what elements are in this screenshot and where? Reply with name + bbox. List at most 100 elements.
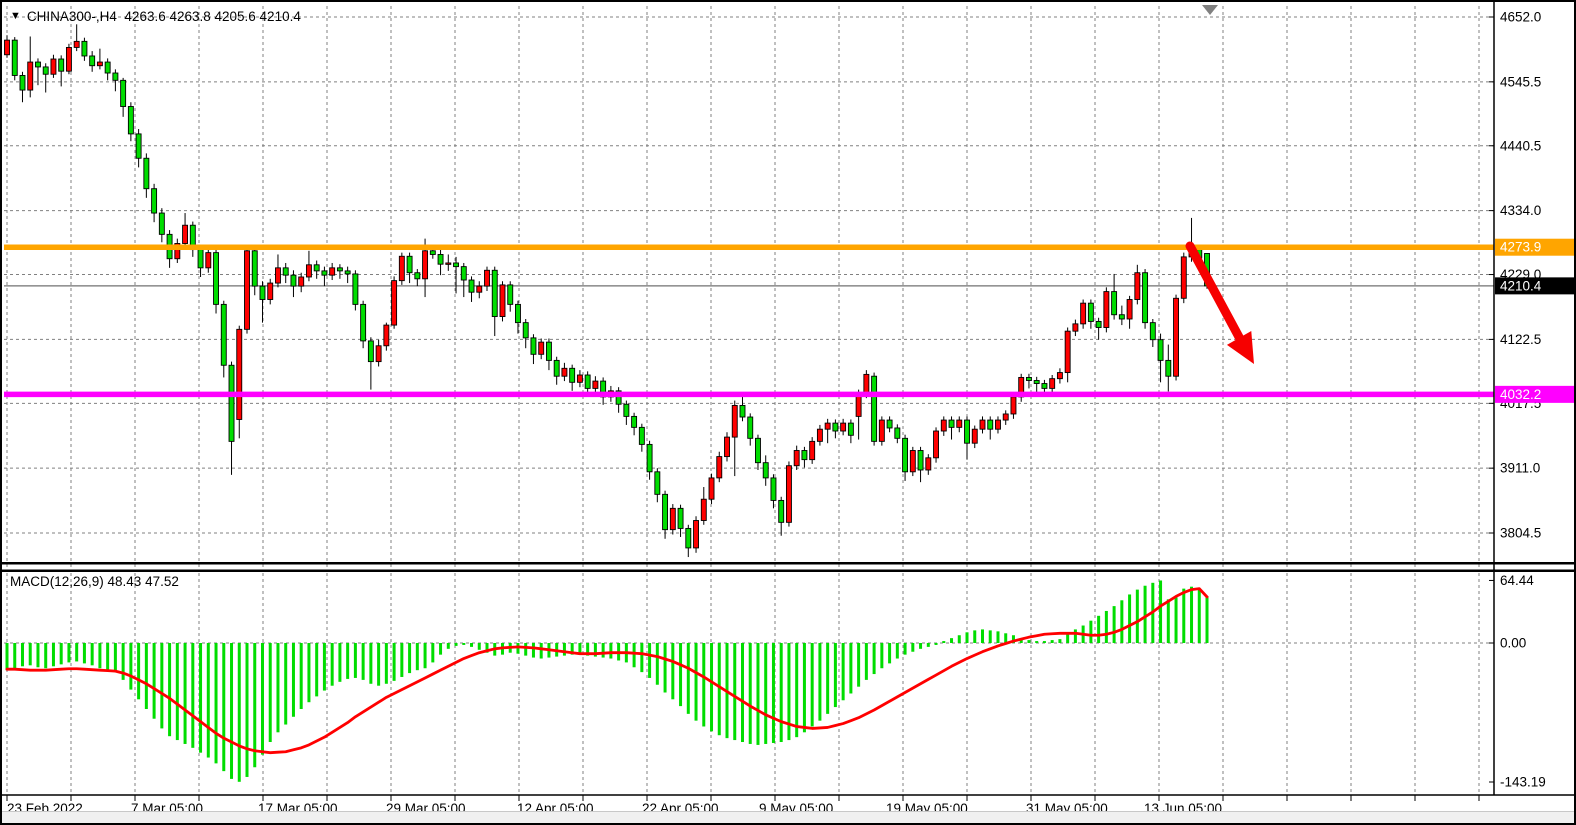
- arrow-shaft: [1190, 246, 1246, 350]
- macd-histogram-bar: [323, 643, 326, 691]
- candle-up: [206, 253, 211, 268]
- chart-shift-marker-icon[interactable]: [1202, 5, 1218, 15]
- candle-down: [1026, 377, 1031, 380]
- macd-histogram-bar: [1120, 600, 1123, 643]
- macd-histogram-bar: [1136, 590, 1139, 643]
- macd-histogram-bar: [106, 643, 109, 670]
- candle-down: [1150, 323, 1155, 340]
- candle-down: [686, 528, 691, 547]
- macd-histogram-bar: [958, 635, 961, 643]
- candle-down: [624, 404, 629, 416]
- candle-up: [1065, 331, 1070, 372]
- macd-histogram-bar: [803, 643, 806, 732]
- macd-histogram-bar: [904, 643, 907, 655]
- macd-histogram-bar: [408, 643, 411, 673]
- chart-canvas[interactable]: 4652.04545.54440.54334.04229.04122.54017…: [2, 2, 1576, 825]
- macd-histogram-bar: [300, 643, 303, 709]
- candle-up: [1174, 298, 1179, 376]
- candle-down: [632, 416, 637, 427]
- candle-up: [910, 451, 915, 472]
- macd-histogram-bar: [246, 643, 249, 777]
- symbol-dropdown-icon[interactable]: ▼: [10, 11, 21, 22]
- candle-down: [438, 254, 443, 264]
- candle-down: [771, 478, 776, 501]
- axis-tick-label: 3804.5: [1500, 526, 1541, 541]
- macd-histogram-bar: [284, 643, 287, 725]
- candle-down: [90, 56, 95, 66]
- candlesticks: [5, 24, 1210, 557]
- candle-down: [368, 341, 373, 362]
- candle-down: [144, 158, 149, 188]
- candle-down: [523, 323, 528, 338]
- candle-up: [330, 268, 335, 275]
- macd-histogram-bar: [36, 643, 39, 667]
- candle-down: [291, 275, 296, 286]
- candle-up: [957, 420, 962, 427]
- candle-down: [314, 265, 319, 271]
- candle-up: [1135, 273, 1140, 300]
- macd-histogram-bar: [710, 643, 713, 731]
- macd-histogram-bar: [888, 643, 891, 663]
- macd-histogram-bar: [1159, 580, 1162, 643]
- macd-histogram-bar: [346, 643, 349, 679]
- macd-histogram-bar: [60, 643, 63, 664]
- candle-down: [159, 213, 164, 234]
- macd-histogram-bar: [478, 643, 481, 650]
- macd-histogram-bar: [129, 643, 132, 690]
- candle-down: [1088, 303, 1093, 321]
- candle-up: [794, 451, 799, 466]
- axis-tick-label: 0.00: [1500, 636, 1526, 651]
- macd-histogram-bar: [91, 643, 94, 665]
- axis-tick-label: 64.44: [1500, 573, 1534, 588]
- macd-histogram-bar: [83, 643, 86, 663]
- macd-histogram-bar: [602, 643, 605, 658]
- candle-down: [492, 270, 497, 316]
- candle-up: [1011, 397, 1016, 414]
- candle-down: [1112, 292, 1117, 315]
- macd-histogram-bar: [307, 643, 310, 702]
- candle-down: [152, 189, 157, 213]
- axis-tick-label: 4210.4: [1500, 278, 1542, 293]
- macd-histogram-bar: [199, 643, 202, 753]
- horizontal-level-lines[interactable]: [4, 247, 1494, 394]
- macd-histogram-bar: [416, 643, 419, 670]
- macd-histogram-bar: [29, 643, 32, 665]
- sell-arrow-annotation[interactable]: [1190, 246, 1254, 364]
- macd-histogram-bar: [996, 631, 999, 643]
- price-axis[interactable]: 4652.04545.54440.54334.04229.04122.54017…: [1489, 10, 1576, 790]
- candle-down: [361, 304, 366, 341]
- macd-histogram-bar: [207, 643, 210, 758]
- macd-histogram-bar: [633, 643, 636, 667]
- macd-histogram-bar: [865, 643, 868, 680]
- macd-histogram-bar: [184, 643, 187, 744]
- macd-histogram-bar: [261, 643, 264, 755]
- candle-up: [972, 429, 977, 443]
- candle-up: [562, 368, 567, 376]
- candle-down: [337, 268, 342, 271]
- candle-up: [306, 265, 311, 277]
- macd-histogram-bar: [400, 643, 403, 677]
- candle-up: [237, 329, 242, 419]
- shift-marker-triangle-icon[interactable]: [1202, 5, 1218, 15]
- candle-down: [461, 267, 466, 280]
- macd-histogram-bar: [687, 643, 690, 714]
- candle-up: [446, 263, 451, 264]
- candle-up: [593, 381, 598, 388]
- macd-histogram-bar: [44, 643, 47, 668]
- candle-down: [779, 500, 784, 522]
- candle-up: [701, 499, 706, 520]
- macd-histogram-bar: [377, 643, 380, 686]
- candle-down: [229, 365, 234, 441]
- candle-up: [934, 431, 939, 458]
- macd-histogram-bar: [1105, 611, 1108, 643]
- macd-histogram-bar: [191, 643, 194, 748]
- candle-down: [833, 423, 838, 431]
- macd-histogram-bar: [168, 643, 171, 736]
- macd-histogram-bar: [749, 643, 752, 744]
- candle-down: [655, 472, 660, 495]
- candle-down: [546, 342, 551, 360]
- status-bar: [2, 811, 1574, 823]
- candle-down: [988, 420, 993, 429]
- macd-histogram-bar: [238, 643, 241, 782]
- macd-histogram-bar: [1128, 594, 1131, 643]
